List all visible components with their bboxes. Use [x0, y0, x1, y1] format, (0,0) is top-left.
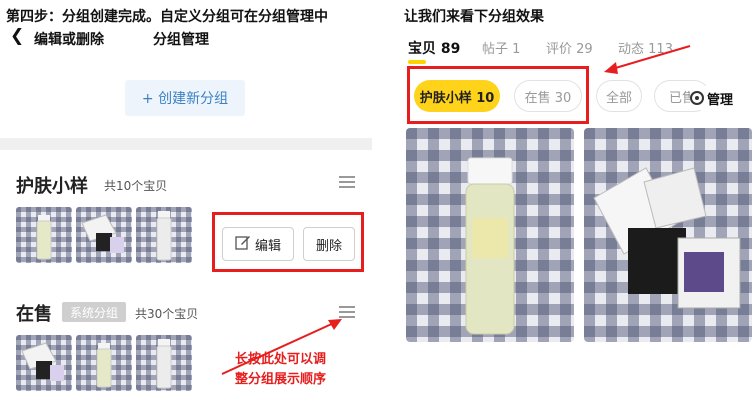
edit-label: 编辑: [254, 238, 281, 254]
tab-items[interactable]: 宝贝 89: [408, 38, 460, 58]
product-thumbnail: [76, 335, 132, 391]
product-thumbnail: [136, 207, 192, 263]
delete-group-button[interactable]: 删除: [303, 227, 355, 261]
group-management-panel: 第四步：分组创建完成。自定义分组可在分组管理中 ❮ 编辑或删除 分组管理 + 创…: [0, 0, 372, 412]
group-item-count: 共30个宝贝: [135, 307, 199, 321]
back-chevron-icon[interactable]: ❮: [10, 26, 24, 46]
instruction-continuation: 编辑或删除: [34, 32, 104, 48]
settings-icon: [690, 91, 704, 105]
pill-on-sale[interactable]: 在售 30: [514, 80, 582, 112]
section-divider: [0, 138, 372, 150]
page-title: 分组管理: [153, 32, 209, 48]
pill-skincare-samples[interactable]: 护肤小样 10: [414, 80, 500, 112]
product-photo-toner[interactable]: [406, 128, 574, 342]
pill-all[interactable]: 全部: [596, 80, 642, 112]
product-thumbnail: [16, 335, 72, 391]
group-effect-preview: 让我们来看下分组效果 宝贝 89 帖子 1 评价 29 动态 113 护肤小样 …: [390, 0, 756, 412]
step-instruction-title: 第四步：分组创建完成。自定义分组可在分组管理中: [6, 9, 328, 25]
group-name: 在售: [16, 304, 52, 325]
system-group-tag: 系统分组: [62, 302, 126, 322]
edit-pencil-icon: [235, 234, 251, 254]
group-item-count: 共10个宝贝: [104, 179, 168, 193]
preview-title: 让我们来看下分组效果: [404, 9, 544, 25]
product-thumbnail: [136, 335, 192, 391]
group-name: 护肤小样: [16, 176, 88, 197]
create-group-button[interactable]: + 创建新分组: [125, 80, 245, 116]
tab-reviews[interactable]: 评价 29: [546, 38, 593, 57]
product-thumbnail: [16, 207, 72, 263]
product-photo-samples[interactable]: [584, 128, 752, 342]
annotation-text-line1: 长按此处可以调: [235, 352, 327, 367]
drag-handle-icon[interactable]: [339, 176, 355, 188]
annotation-text-line2: 整分组展示顺序: [235, 372, 327, 387]
manage-button[interactable]: 管理: [690, 86, 756, 110]
edit-group-button[interactable]: 编辑: [222, 227, 294, 261]
annotation-arrow-icon: [604, 45, 691, 74]
product-thumbnail: [76, 207, 132, 263]
active-tab-indicator: [408, 60, 426, 64]
tab-posts[interactable]: 帖子 1: [482, 38, 520, 57]
